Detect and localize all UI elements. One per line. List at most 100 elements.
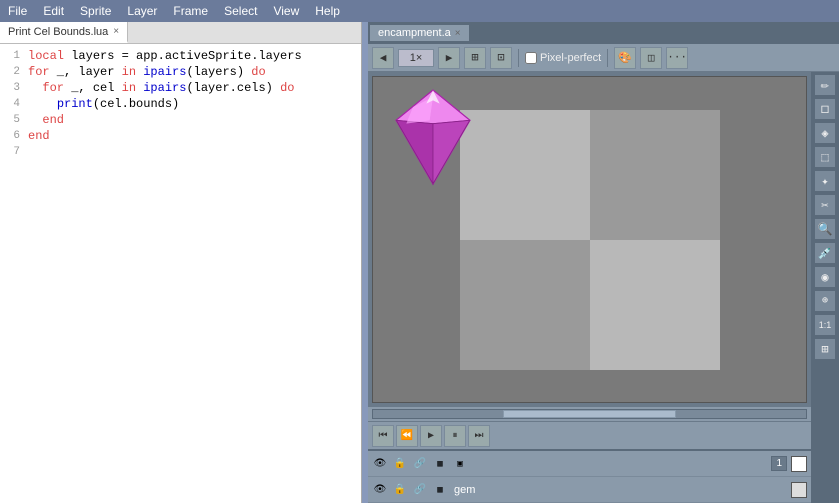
anim-pause-btn[interactable]: ⏸ bbox=[444, 425, 466, 447]
color-mode-btn[interactable]: 🎨 bbox=[614, 47, 636, 69]
line-num-1: 1 bbox=[0, 50, 28, 62]
layer1-expand-icon[interactable]: ▣ bbox=[452, 456, 468, 472]
tool-zoom[interactable]: 🔍 bbox=[814, 218, 836, 240]
options-btn-1[interactable]: ◫ bbox=[640, 47, 662, 69]
zoom-next-btn[interactable]: ▶ bbox=[438, 47, 460, 69]
pixel-perfect-checkbox[interactable] bbox=[525, 52, 537, 64]
line-content-3: for _, cel in ipairs(layer.cels) do bbox=[28, 81, 361, 95]
layer2-link-icon[interactable]: 🔗 bbox=[412, 482, 428, 498]
tool-grid[interactable]: ⊞ bbox=[814, 338, 836, 360]
layer-row-1: 👁 🔒 🔗 ▦ ▣ 1 bbox=[368, 451, 811, 477]
line-num-3: 3 bbox=[0, 82, 28, 94]
sprite-tab[interactable]: encampment.a × bbox=[370, 25, 469, 41]
menu-select[interactable]: Select bbox=[220, 3, 261, 19]
main-area: Print Cel Bounds.lua × 1 local layers = … bbox=[0, 22, 839, 503]
pixel-perfect-label: Pixel-perfect bbox=[540, 52, 601, 64]
menu-view[interactable]: View bbox=[269, 3, 303, 19]
toolbar-sep-2 bbox=[607, 49, 608, 67]
tool-pencil[interactable]: ✏ bbox=[814, 74, 836, 96]
sprite-panel: encampment.a × ◀ 1× ▶ ⊞ ⊡ Pixel-perfect … bbox=[368, 22, 839, 503]
grid-btn[interactable]: ⊡ bbox=[490, 47, 512, 69]
sprite-tab-label: encampment.a bbox=[378, 27, 451, 39]
code-tab-active[interactable]: Print Cel Bounds.lua × bbox=[0, 22, 128, 43]
tool-fill[interactable]: ◈ bbox=[814, 122, 836, 144]
code-tab-bar: Print Cel Bounds.lua × bbox=[0, 22, 361, 44]
code-tab-label: Print Cel Bounds.lua bbox=[8, 26, 108, 38]
tool-zoom-in[interactable]: ⊕ bbox=[814, 290, 836, 312]
layer2-visible-icon[interactable]: 👁 bbox=[372, 482, 388, 498]
layer1-visible-icon[interactable]: 👁 bbox=[372, 456, 388, 472]
layer2-lock-icon[interactable]: 🔒 bbox=[392, 482, 408, 498]
layer1-cel-icon[interactable]: ▦ bbox=[432, 456, 448, 472]
canvas-wrapper bbox=[372, 76, 807, 403]
grid-cell-bl bbox=[460, 240, 590, 370]
options-btn-2[interactable]: ··· bbox=[666, 47, 688, 69]
zoom-display: 1× bbox=[398, 49, 434, 67]
fit-btn[interactable]: ⊞ bbox=[464, 47, 486, 69]
layers-area: 👁 🔒 🔗 ▦ ▣ 1 👁 🔒 🔗 ▦ bbox=[368, 449, 811, 503]
gem-svg bbox=[383, 87, 483, 187]
canvas-hscrollbar[interactable] bbox=[368, 407, 811, 421]
hscrollbar-thumb[interactable] bbox=[503, 410, 676, 418]
pixel-perfect-toggle[interactable]: Pixel-perfect bbox=[525, 52, 601, 64]
layer1-link-icon[interactable]: 🔗 bbox=[412, 456, 428, 472]
line-content-1: local layers = app.activeSprite.layers bbox=[28, 49, 361, 63]
tool-contour[interactable]: ◉ bbox=[814, 266, 836, 288]
tool-eyedropper[interactable]: 💉 bbox=[814, 242, 836, 264]
line-content-4: print(cel.bounds) bbox=[28, 97, 361, 111]
right-tools: ✏ ◻ ◈ ⬚ ✦ ✂ 🔍 💉 ◉ ⊕ 1:1 ⊞ bbox=[811, 72, 839, 503]
sprite-tab-bar: encampment.a × bbox=[368, 22, 839, 44]
tool-crop[interactable]: ✂ bbox=[814, 194, 836, 216]
line-num-7: 7 bbox=[0, 146, 28, 158]
layer1-frame-count: 1 bbox=[771, 456, 787, 471]
code-editor[interactable]: 1 local layers = app.activeSprite.layers… bbox=[0, 44, 361, 503]
menu-frame[interactable]: Frame bbox=[169, 3, 212, 19]
menu-file[interactable]: File bbox=[4, 3, 31, 19]
code-line-3: 3 for _, cel in ipairs(layer.cels) do bbox=[0, 80, 361, 96]
line-num-4: 4 bbox=[0, 98, 28, 110]
layer2-swatch bbox=[791, 482, 807, 498]
menu-edit[interactable]: Edit bbox=[39, 3, 68, 19]
anim-last-btn[interactable]: ⏭ bbox=[468, 425, 490, 447]
sprite-tab-close[interactable]: × bbox=[455, 28, 461, 39]
line-num-6: 6 bbox=[0, 130, 28, 142]
tool-eraser[interactable]: ◻ bbox=[814, 98, 836, 120]
line-content-6: end bbox=[28, 129, 361, 143]
code-panel: Print Cel Bounds.lua × 1 local layers = … bbox=[0, 22, 362, 503]
code-line-5: 5 end bbox=[0, 112, 361, 128]
gem-sprite bbox=[383, 87, 503, 207]
anim-controls: ⏮ ⏪ ▶ ⏸ ⏭ bbox=[368, 421, 811, 449]
anim-prev-btn[interactable]: ⏪ bbox=[396, 425, 418, 447]
code-line-6: 6 end bbox=[0, 128, 361, 144]
menu-bar: File Edit Sprite Layer Frame Select View… bbox=[0, 0, 839, 22]
line-num-5: 5 bbox=[0, 114, 28, 126]
code-tab-close[interactable]: × bbox=[113, 26, 119, 37]
tool-1to1[interactable]: 1:1 bbox=[814, 314, 836, 336]
canvas-col: ⏮ ⏪ ▶ ⏸ ⏭ 👁 🔒 🔗 ▦ ▣ 1 bbox=[368, 72, 811, 503]
menu-layer[interactable]: Layer bbox=[123, 3, 161, 19]
sprite-toolbar: ◀ 1× ▶ ⊞ ⊡ Pixel-perfect 🎨 ◫ ··· bbox=[368, 44, 839, 72]
grid-cell-br bbox=[590, 240, 720, 370]
tool-move[interactable]: ✦ bbox=[814, 170, 836, 192]
menu-sprite[interactable]: Sprite bbox=[76, 3, 115, 19]
canvas-area[interactable] bbox=[368, 72, 811, 407]
line-content-2: for _, layer in ipairs(layers) do bbox=[28, 65, 361, 79]
toolbar-sep-1 bbox=[518, 49, 519, 67]
anim-play-btn[interactable]: ▶ bbox=[420, 425, 442, 447]
code-line-2: 2 for _, layer in ipairs(layers) do bbox=[0, 64, 361, 80]
canvas-right-wrapper: ⏮ ⏪ ▶ ⏸ ⏭ 👁 🔒 🔗 ▦ ▣ 1 bbox=[368, 72, 839, 503]
line-num-2: 2 bbox=[0, 66, 28, 78]
layer1-lock-icon[interactable]: 🔒 bbox=[392, 456, 408, 472]
code-line-4: 4 print(cel.bounds) bbox=[0, 96, 361, 112]
layer2-name: gem bbox=[452, 484, 787, 496]
grid-cell-tr bbox=[590, 110, 720, 240]
layer-row-2: 👁 🔒 🔗 ▦ gem bbox=[368, 477, 811, 503]
tool-select-rect[interactable]: ⬚ bbox=[814, 146, 836, 168]
menu-help[interactable]: Help bbox=[311, 3, 344, 19]
zoom-prev-btn[interactable]: ◀ bbox=[372, 47, 394, 69]
code-line-7: 7 bbox=[0, 144, 361, 160]
line-content-5: end bbox=[28, 113, 361, 127]
anim-first-btn[interactable]: ⏮ bbox=[372, 425, 394, 447]
layer1-swatch bbox=[791, 456, 807, 472]
layer2-cel-icon[interactable]: ▦ bbox=[432, 482, 448, 498]
